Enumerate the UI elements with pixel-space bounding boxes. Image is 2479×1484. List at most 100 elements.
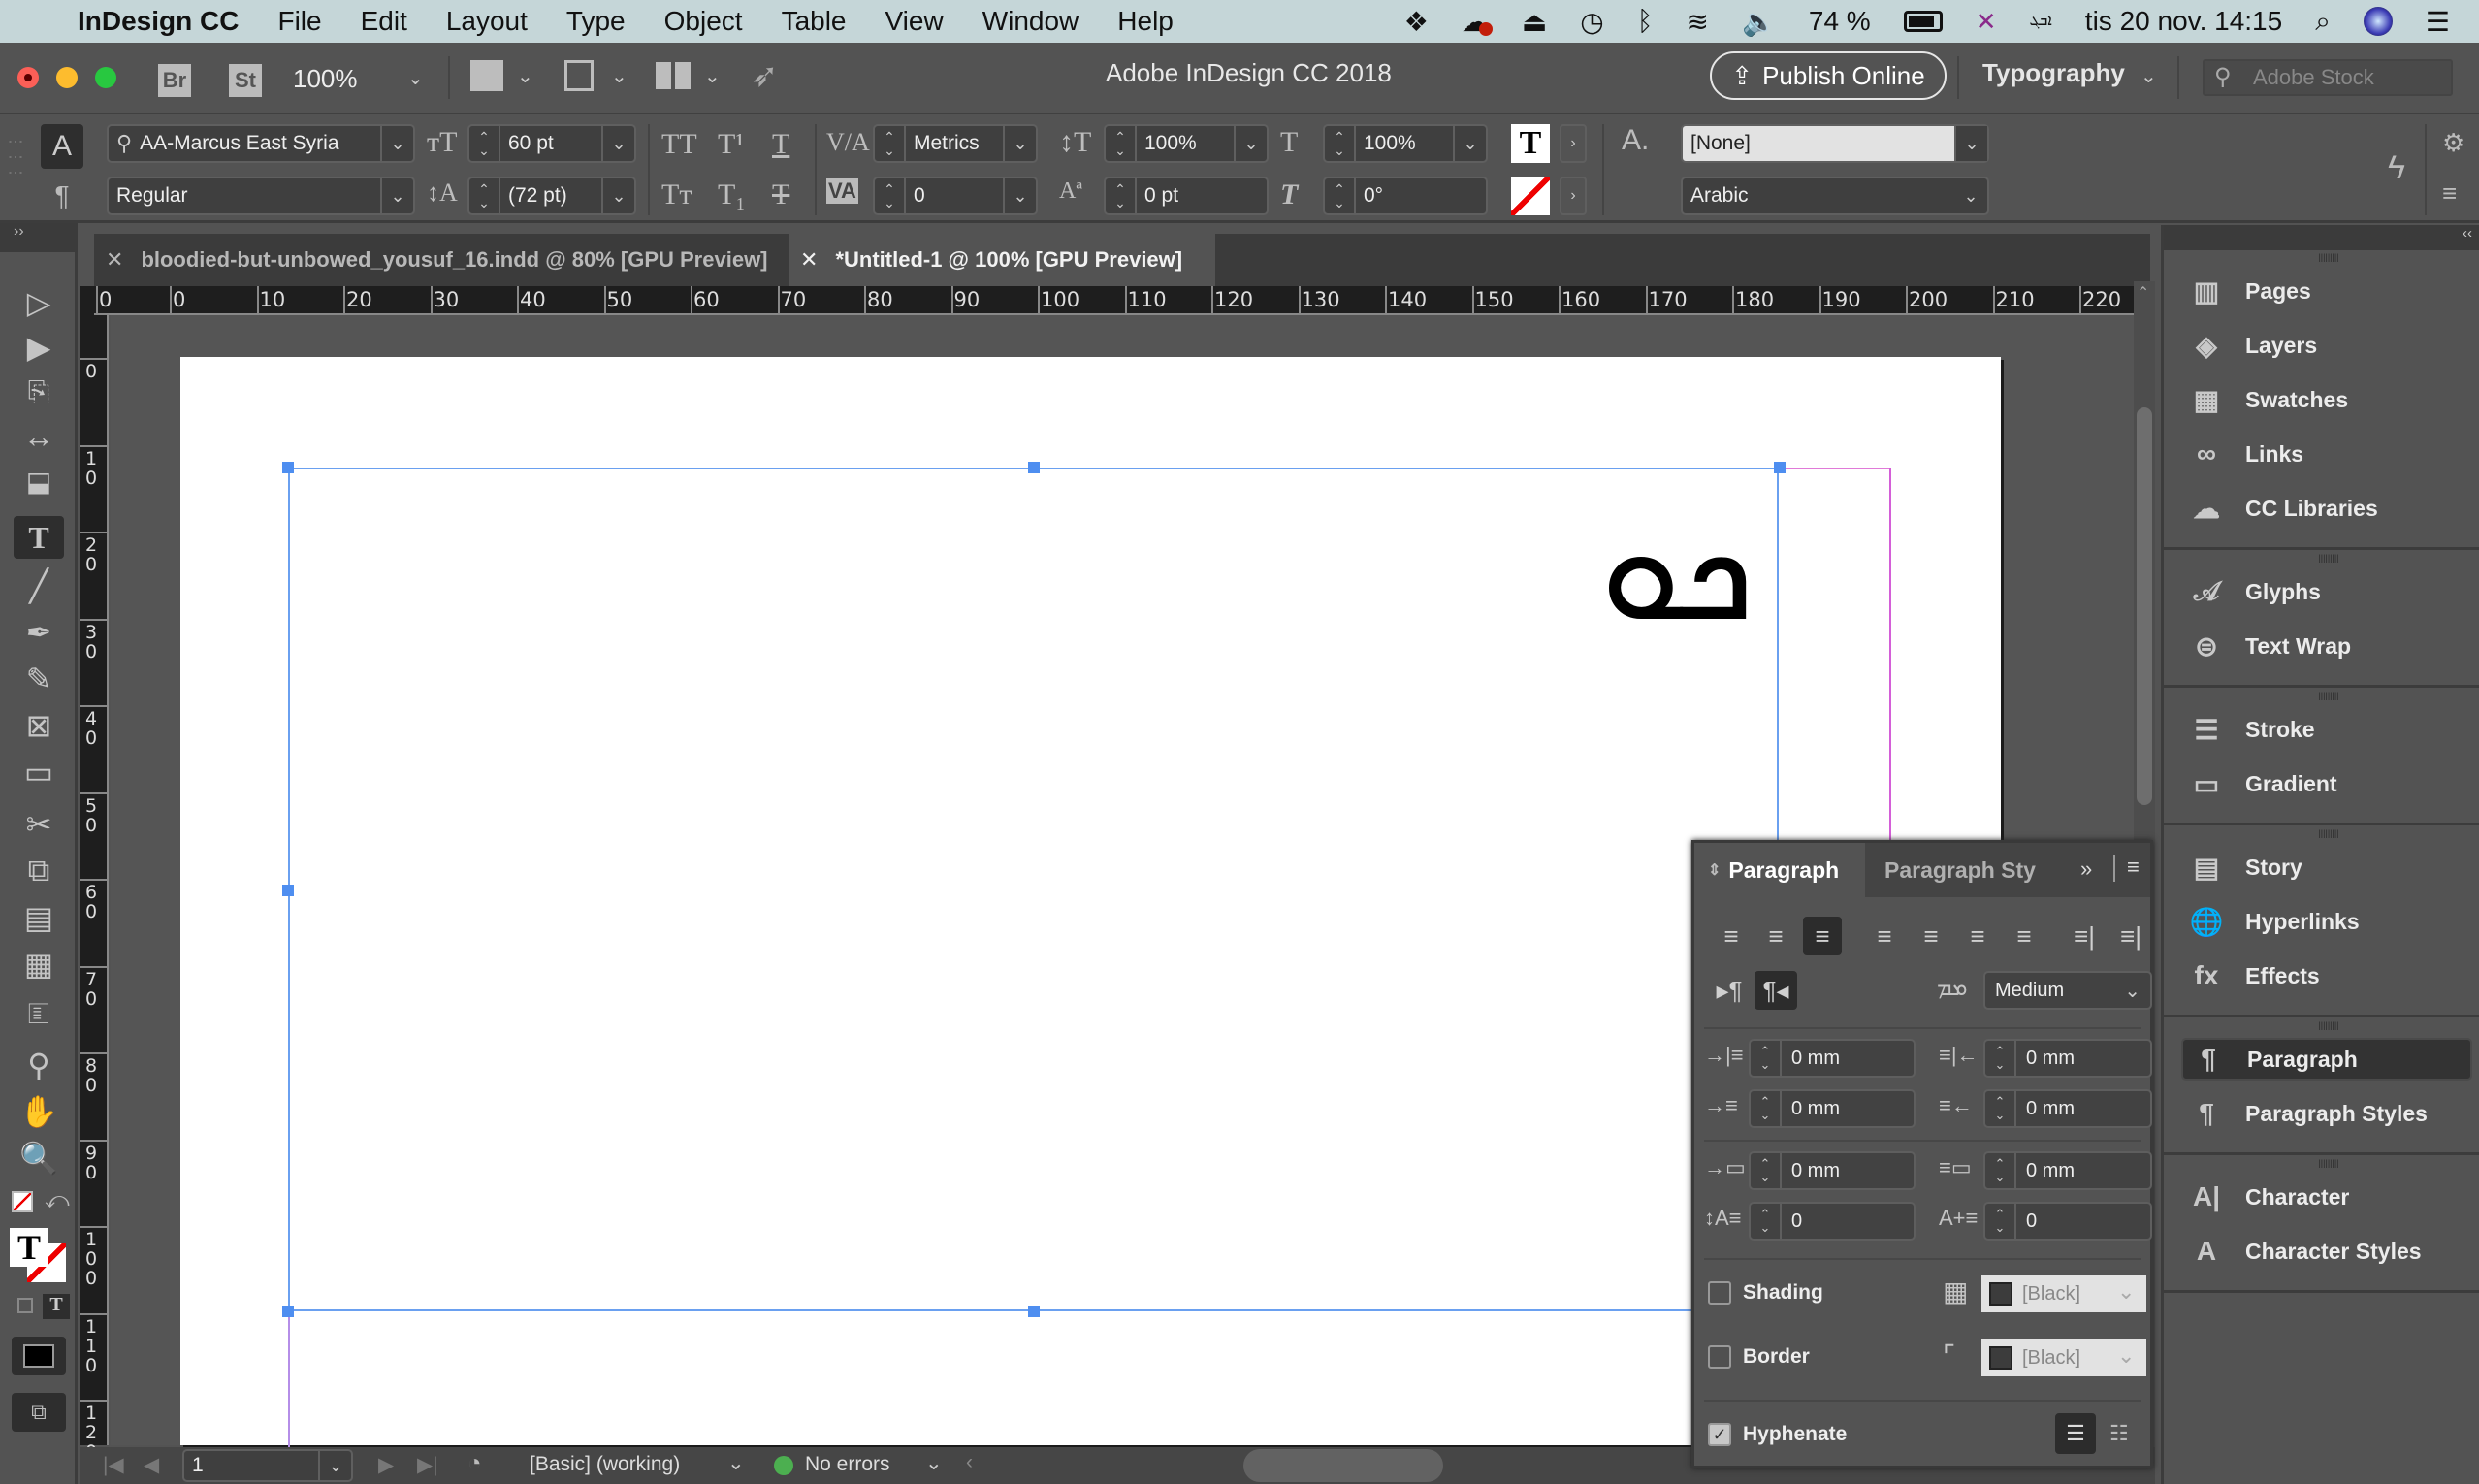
frame-handle[interactable] (1028, 1306, 1040, 1317)
publish-online-button[interactable]: ⇪ Publish Online (1710, 51, 1947, 100)
space-after-stepper[interactable]: ⌃ ⌄ (1985, 1153, 2016, 1188)
horizontal-scroll-thumb[interactable] (1243, 1449, 1443, 1482)
leading-dropdown-icon[interactable]: ⌄ (601, 178, 634, 213)
fill-expand-icon[interactable]: › (1560, 124, 1587, 163)
arrange-documents-icon[interactable] (656, 62, 691, 89)
scroll-left-icon[interactable]: ‹ (966, 1451, 973, 1474)
panel-group-grip[interactable]: ||||||||| (2309, 692, 2348, 700)
right-indent-stepper[interactable]: ⌃ ⌄ (1985, 1041, 2016, 1076)
default-fill-stroke-icon[interactable] (12, 1191, 33, 1212)
dock-item-character[interactable]: A| Character (2181, 1176, 2472, 1218)
dock-item-glyphs[interactable]: 𝒜 Glyphs (2181, 570, 2472, 613)
justify-center-button[interactable]: ≡ (1912, 917, 1950, 955)
first-line-indent-field[interactable]: ⌃ ⌄ 0 mm (1749, 1089, 1916, 1128)
frame-handle[interactable] (1028, 462, 1040, 473)
zoom-dropdown-icon[interactable]: ⌄ (407, 66, 424, 90)
drop-cap-chars-field[interactable]: ⌃ ⌄ 0 (1983, 1202, 2152, 1241)
menu-help[interactable]: Help (1117, 6, 1174, 37)
drop-cap-chars-stepper[interactable]: ⌃ ⌄ (1985, 1204, 2016, 1239)
underline-button[interactable]: T (772, 128, 789, 161)
vertical-scale-dropdown-icon[interactable]: ⌄ (1234, 126, 1267, 161)
align-to-grid-button[interactable]: ☷ (2109, 1421, 2129, 1446)
pencil-tool-icon[interactable]: ✎ (14, 658, 64, 700)
app-menu[interactable]: InDesign CC (78, 6, 239, 37)
preflight-errors[interactable]: No errors (805, 1453, 890, 1476)
language-dropdown-icon[interactable]: ⌄ (1954, 178, 1987, 213)
drop-cap-lines-field[interactable]: ⌃ ⌄ 0 (1749, 1202, 1916, 1241)
zoom-tool-icon[interactable]: 🔍 (14, 1137, 64, 1179)
adobe-stock-search[interactable]: ⚲ Adobe Stock (2203, 59, 2453, 96)
preflight-menu-icon[interactable]: ⌄ (925, 1451, 943, 1475)
airplay-icon[interactable]: ⏏ (1522, 6, 1547, 38)
do-not-align-to-grid-button[interactable]: ☰ (2055, 1413, 2096, 1454)
scissors-tool-icon[interactable]: ✂ (14, 803, 64, 846)
panel-overflow-icon[interactable]: » (2080, 856, 2092, 882)
dock-item-cc-libraries[interactable]: ☁ CC Libraries (2181, 487, 2472, 530)
last-page-icon[interactable]: ▶| (417, 1453, 438, 1477)
panel-menu-icon[interactable]: ≡ (2127, 855, 2140, 880)
baseline-shift-stepper[interactable]: ⌃ ⌄ (1106, 178, 1137, 213)
vertical-scale-field[interactable]: ⌃ ⌄ 100% ⌄ (1104, 124, 1269, 163)
align-toward-spine-button[interactable]: ≡| (2065, 917, 2104, 955)
kerning-dropdown-icon[interactable]: ⌄ (1003, 126, 1036, 161)
frame-handle[interactable] (282, 1306, 294, 1317)
screen-mode-icon[interactable] (564, 60, 594, 91)
clock[interactable]: tis 20 nov. 14:15 (2085, 6, 2282, 37)
syriac-text[interactable]: ܟܘ (1600, 485, 1755, 657)
right-indent-field[interactable]: ⌃ ⌄ 0 mm (1983, 1039, 2152, 1078)
stroke-color-swatch[interactable] (1511, 177, 1550, 215)
character-style-dropdown-icon[interactable]: ⌄ (1954, 126, 1987, 161)
strikethrough-button[interactable]: T (772, 178, 789, 211)
chevron-down-icon[interactable]: ⌄ (2117, 1343, 2135, 1369)
rectangle-tool-icon[interactable]: ▭ (14, 751, 64, 793)
dock-item-effects[interactable]: fx Effects (2181, 954, 2472, 997)
tracking-field[interactable]: ⌃ ⌄ 0 ⌄ (873, 177, 1038, 215)
horizontal-ruler[interactable]: 0 0 10 20 30 40 50 60 70 80 90 100 110 120 130 140 150 16… (94, 286, 2139, 315)
close-tab-icon[interactable]: ✕ (800, 247, 818, 273)
font-size-dropdown-icon[interactable]: ⌄ (601, 126, 634, 161)
dock-item-paragraph[interactable]: ¶ Paragraph (2181, 1038, 2472, 1081)
workspace-switcher[interactable]: Typography (1982, 58, 2125, 88)
menu-view[interactable]: View (885, 6, 944, 37)
horizontal-scale-field[interactable]: ⌃ ⌄ 100% ⌄ (1323, 124, 1488, 163)
panel-group-grip[interactable]: ||||||||| (2309, 554, 2348, 563)
fill-swatch[interactable]: T (10, 1228, 48, 1267)
tab-untitled-1[interactable]: ✕ *Untitled-1 @ 100% [GPU Preview] (789, 234, 1215, 286)
space-before-stepper[interactable]: ⌃ ⌄ (1751, 1153, 1782, 1188)
dock-item-character-styles[interactable]: A Character Styles (2181, 1230, 2472, 1273)
menu-object[interactable]: Object (664, 6, 743, 37)
time-machine-icon[interactable]: ◷ (1580, 6, 1603, 38)
tools-collapse-icon[interactable]: ›› (0, 223, 78, 252)
small-caps-button[interactable]: Tт (661, 178, 692, 211)
leading-stepper[interactable]: ⌃ ⌄ (469, 178, 500, 213)
panel-group-grip[interactable]: ||||||||| (2309, 1021, 2348, 1030)
hyphenate-checkbox[interactable]: ✓ (1708, 1423, 1731, 1446)
direct-selection-tool-icon[interactable]: ▶ (14, 326, 64, 369)
first-page-icon[interactable]: |◀ (103, 1453, 124, 1477)
character-style-field[interactable]: [None] ⌄ (1681, 124, 1989, 163)
gradient-feather-tool-icon[interactable]: ▦ (14, 943, 64, 985)
space-after-field[interactable]: ⌃ ⌄ 0 mm (1983, 1151, 2152, 1190)
first-line-indent-stepper[interactable]: ⌃ ⌄ (1751, 1091, 1782, 1126)
align-right-button[interactable]: ≡ (1803, 917, 1842, 955)
kerning-field[interactable]: ⌃ ⌄ Metrics ⌄ (873, 124, 1038, 163)
dock-item-paragraph-styles[interactable]: ¶ Paragraph Styles (2181, 1092, 2472, 1135)
font-family-field[interactable]: ⚲ AA-Marcus East Syria ⌄ (107, 124, 415, 163)
volume-icon[interactable]: 🔈 (1742, 6, 1776, 38)
swap-fill-stroke-icon[interactable]: ⤺ (45, 1187, 70, 1214)
dock-item-text-wrap[interactable]: ⊜ Text Wrap (2181, 625, 2472, 667)
character-mode-button[interactable]: A (41, 124, 83, 169)
workspace-dropdown-icon[interactable]: ⌄ (2141, 64, 2157, 88)
next-page-icon[interactable]: ▶ (378, 1453, 394, 1477)
space-before-field[interactable]: ⌃ ⌄ 0 mm (1749, 1151, 1916, 1190)
zoom-window-button[interactable] (95, 67, 116, 88)
vertical-scale-stepper[interactable]: ⌃ ⌄ (1106, 126, 1137, 161)
text-frame[interactable] (288, 468, 1779, 1311)
horizontal-scale-stepper[interactable]: ⌃ ⌄ (1325, 126, 1356, 161)
panel-menu-icon[interactable]: ≡ (2442, 178, 2457, 209)
preflight-profile[interactable]: [Basic] (working) (530, 1453, 680, 1476)
view-options-icon[interactable] (470, 60, 503, 91)
last-line-indent-field[interactable]: ⌃ ⌄ 0 mm (1983, 1089, 2152, 1128)
align-left-button[interactable]: ≡ (1712, 917, 1751, 955)
dock-item-layers[interactable]: ◈ Layers (2181, 324, 2472, 367)
